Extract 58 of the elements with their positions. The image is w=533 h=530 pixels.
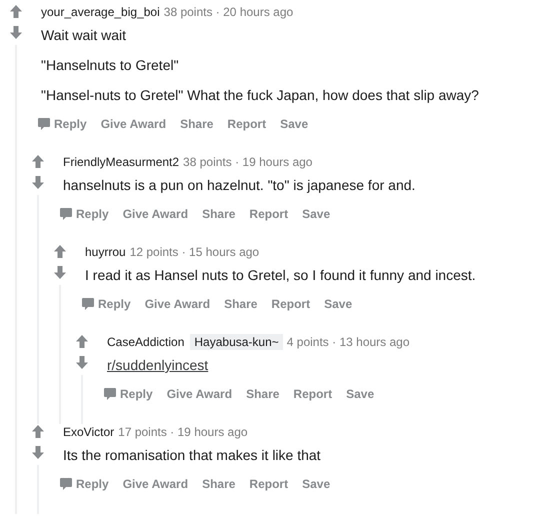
username[interactable]: huyrrou	[85, 244, 126, 260]
downvote-icon[interactable]	[32, 176, 44, 189]
action-button[interactable]: Share	[219, 295, 262, 313]
upvote-icon[interactable]	[32, 425, 44, 438]
action-button[interactable]: Reply	[77, 295, 136, 313]
action-button[interactable]: Save	[297, 205, 336, 223]
action-button[interactable]: Save	[319, 295, 358, 313]
action-button[interactable]: Report	[266, 295, 316, 313]
action-button[interactable]: Save	[297, 475, 336, 493]
username[interactable]: CaseAddiction	[107, 334, 184, 350]
comment-text: hanselnuts is a pun on hazelnut. "to" is japanese for and.	[63, 176, 416, 195]
comment-meta: 4 points · 13 hours ago	[286, 334, 410, 350]
action-button[interactable]: Give Award	[96, 115, 172, 133]
action-button[interactable]: Give Award	[118, 475, 194, 493]
action-button[interactable]: Report	[222, 115, 272, 133]
username[interactable]: ExoVictor	[63, 424, 114, 440]
comment-icon	[60, 208, 72, 220]
username[interactable]: your_average_big_boi	[41, 4, 160, 20]
username[interactable]: FriendlyMeasurment2	[63, 154, 180, 170]
comment-text: "Hansel-nuts to Gretel" What the fuck Japan, how does that slip away?	[41, 86, 480, 105]
action-button[interactable]: Report	[244, 205, 294, 223]
comment-icon	[82, 298, 94, 310]
action-button[interactable]: Share	[175, 115, 218, 133]
downvote-icon[interactable]	[76, 356, 88, 369]
action-button[interactable]: Reply	[55, 205, 114, 223]
action-button[interactable]: Save	[275, 115, 314, 133]
user-flair: Hayabusa-kun~	[190, 334, 283, 350]
comment-meta: 38 points · 20 hours ago	[164, 4, 294, 20]
comment-text: I read it as Hansel nuts to Gretel, so I found it funny and incest.	[85, 266, 477, 285]
downvote-icon[interactable]	[54, 266, 66, 279]
action-button[interactable]: Give Award	[140, 295, 216, 313]
upvote-icon[interactable]	[32, 155, 44, 168]
action-button[interactable]: Report	[244, 475, 294, 493]
action-button[interactable]: Share	[241, 385, 284, 403]
upvote-icon[interactable]	[76, 335, 88, 348]
comment-icon	[104, 388, 116, 400]
comment-meta: 38 points · 19 hours ago	[183, 154, 312, 170]
action-button[interactable]: Report	[288, 385, 338, 403]
action-button[interactable]: Give Award	[162, 385, 238, 403]
action-button[interactable]: Share	[197, 475, 240, 493]
comment-text: "Hanselnuts to Gretel"	[41, 56, 180, 75]
action-button[interactable]: Share	[197, 205, 240, 223]
comment-icon	[38, 118, 50, 130]
upvote-icon[interactable]	[10, 5, 22, 18]
downvote-icon[interactable]	[32, 446, 44, 459]
subreddit-link[interactable]: r/suddenlyincest	[107, 357, 208, 373]
comment-icon	[60, 478, 72, 490]
action-button[interactable]: Reply	[33, 115, 92, 133]
comment-meta: 17 points · 19 hours ago	[118, 424, 248, 440]
upvote-icon[interactable]	[54, 245, 66, 258]
downvote-icon[interactable]	[10, 26, 22, 39]
comment-text: Its the romanisation that makes it like that	[63, 446, 322, 465]
action-button[interactable]: Save	[341, 385, 380, 403]
action-button[interactable]: Give Award	[118, 205, 194, 223]
comment-meta: 12 points · 15 hours ago	[130, 244, 260, 260]
action-button[interactable]: Reply	[99, 385, 158, 403]
comment-text: Wait wait wait	[41, 26, 128, 45]
action-button[interactable]: Reply	[55, 475, 114, 493]
